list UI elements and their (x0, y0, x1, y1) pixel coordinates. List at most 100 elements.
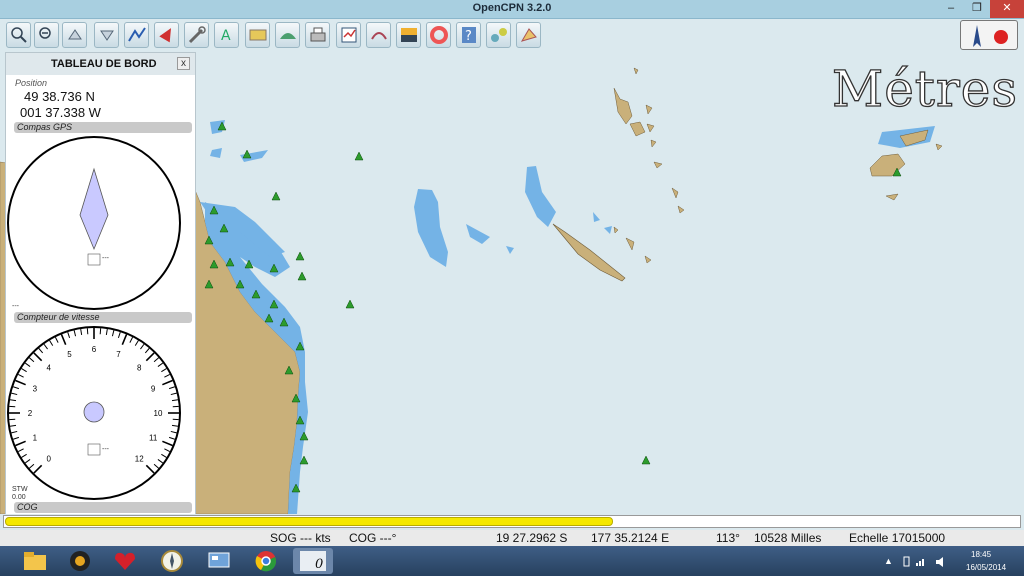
status-lon: 177 35.2124 E (591, 531, 670, 545)
opencpn-compass-icon[interactable] (155, 548, 189, 574)
speedometer-tick-label: 7 (116, 350, 121, 359)
status-lat: 19 27.2962 S (496, 531, 568, 545)
loyalty-island (644, 255, 652, 264)
compass-label: Compas GPS (14, 122, 192, 133)
coral-sea-shallow (414, 189, 448, 267)
print-icon[interactable] (305, 22, 330, 48)
zoom-out-icon[interactable] (34, 22, 59, 48)
speedometer-tick-label: 10 (154, 409, 163, 418)
help-icon[interactable]: ? (456, 22, 481, 48)
system-tray-icons[interactable] (902, 556, 962, 568)
route-icon[interactable] (124, 22, 149, 48)
minimize-button[interactable]: – (938, 0, 964, 18)
title-bar: OpenCPN 3.2.0 – ❐ ✕ (0, 0, 1024, 19)
file-explorer-icon[interactable] (18, 548, 52, 574)
ais-icon[interactable] (486, 22, 511, 48)
loyalty-island (613, 226, 619, 234)
clock-date[interactable]: 16/05/2014 (966, 563, 1006, 572)
chrome-icon[interactable] (249, 548, 283, 574)
aids-to-navigation (204, 121, 902, 493)
status-cog: COG ---° (349, 531, 397, 545)
lifebuoy-icon[interactable] (426, 22, 451, 48)
chart-canvas[interactable]: Métres TABLEAU DE BORD x Position 49 38.… (0, 52, 1024, 514)
svg-text:0: 0 (315, 557, 323, 572)
chart-quilt-icon[interactable] (245, 22, 270, 48)
control-panel-icon[interactable] (202, 548, 236, 574)
shallow-patch (593, 212, 600, 222)
main-toolbar: A ? (0, 19, 1024, 52)
heart-app-icon[interactable] (108, 548, 142, 574)
tide-icon[interactable] (275, 22, 300, 48)
speedometer-tick-label: 12 (135, 454, 144, 463)
depth-units-label: Métres (831, 59, 1019, 118)
vanuatu-island (633, 67, 639, 75)
scale-down-icon[interactable] (94, 22, 119, 48)
longitude-value: 001 37.338 W (20, 105, 101, 120)
svg-text:?: ? (465, 29, 472, 44)
stw-label: STW (12, 486, 28, 493)
progress-fill (5, 517, 613, 526)
new-caledonia (552, 223, 626, 282)
progress-track (3, 515, 1021, 528)
speedometer-label: Compteur de vitesse (14, 312, 192, 323)
loyalty-island (625, 237, 635, 251)
shallow-patch (604, 226, 612, 234)
coral-sea-shallow (466, 224, 490, 244)
speedometer-tick-label: 0 (47, 454, 52, 463)
clock-time[interactable]: 18:45 (971, 550, 991, 559)
settings-icon[interactable] (184, 22, 209, 48)
grib-icon[interactable] (516, 22, 541, 48)
windows-taskbar: 0 (0, 546, 1024, 576)
speedometer-tick-label: 1 (33, 433, 38, 442)
status-distance: 10528 Milles (754, 531, 822, 545)
cog-label: COG (14, 502, 192, 513)
media-icon[interactable] (63, 548, 97, 574)
text-icon[interactable]: A (214, 22, 239, 48)
status-bar: SOG --- kts COG ---° 19 27.2962 S 177 35… (0, 530, 1024, 546)
speedometer-tick-label: 8 (137, 364, 142, 373)
gps-compass (7, 136, 181, 310)
speedometer-tick-label: 2 (28, 409, 33, 418)
status-scale: Echelle 17015000 (849, 531, 946, 545)
coral-sea-shallow (506, 246, 514, 254)
speedometer: 0123456789101112 (7, 326, 181, 500)
north-up-toggle[interactable] (960, 20, 1018, 50)
status-bearing: 113° (716, 531, 740, 545)
vanuatu-island (677, 205, 685, 214)
compass-under-value: --- (12, 303, 19, 310)
tray-show-hidden[interactable]: ▲ (884, 556, 893, 566)
boat-icon[interactable] (154, 22, 179, 48)
fiji-island (885, 193, 899, 201)
status-sog: SOG --- kts (270, 531, 331, 545)
speedometer-tick-label: 4 (47, 364, 52, 373)
opencpn-app-icon[interactable]: 0 (293, 548, 333, 574)
track-icon[interactable] (366, 22, 391, 48)
reef-patch (210, 148, 222, 158)
speedometer-tick-label: 9 (151, 385, 156, 394)
app-title: OpenCPN 3.2.0 (472, 2, 552, 14)
speedometer-tick-label: 3 (33, 385, 38, 394)
dashboard-close-button[interactable]: x (177, 57, 190, 70)
speedometer-tick-label: 5 (67, 350, 72, 359)
stw-value: 0.00 (12, 494, 26, 501)
vanuatu-island (653, 161, 663, 169)
vanuatu-island (629, 121, 646, 137)
chart-chooser-icon[interactable] (336, 22, 361, 48)
maximize-button[interactable]: ❐ (964, 0, 990, 18)
scale-icon[interactable] (62, 22, 87, 48)
colour-scheme-icon[interactable] (396, 22, 421, 48)
compass-value: --- (102, 255, 109, 262)
vanuatu-island (650, 139, 657, 148)
vanuatu-island (671, 187, 679, 199)
zoom-in-icon[interactable] (6, 22, 31, 48)
fiji-island (869, 153, 906, 177)
speedometer-tick-label: 6 (92, 345, 97, 354)
dashboard-panel[interactable]: TABLEAU DE BORD x Position 49 38.736 N 0… (5, 52, 196, 514)
speed-value: --- (102, 446, 109, 453)
close-button[interactable]: ✕ (990, 0, 1024, 18)
new-caledonia-shallow (525, 166, 556, 227)
vanuatu-island (613, 87, 633, 125)
speedometer-tick-label: 11 (149, 433, 158, 442)
dashboard-title-bar[interactable]: TABLEAU DE BORD x (6, 53, 195, 75)
dashboard-title: TABLEAU DE BORD (51, 58, 157, 70)
